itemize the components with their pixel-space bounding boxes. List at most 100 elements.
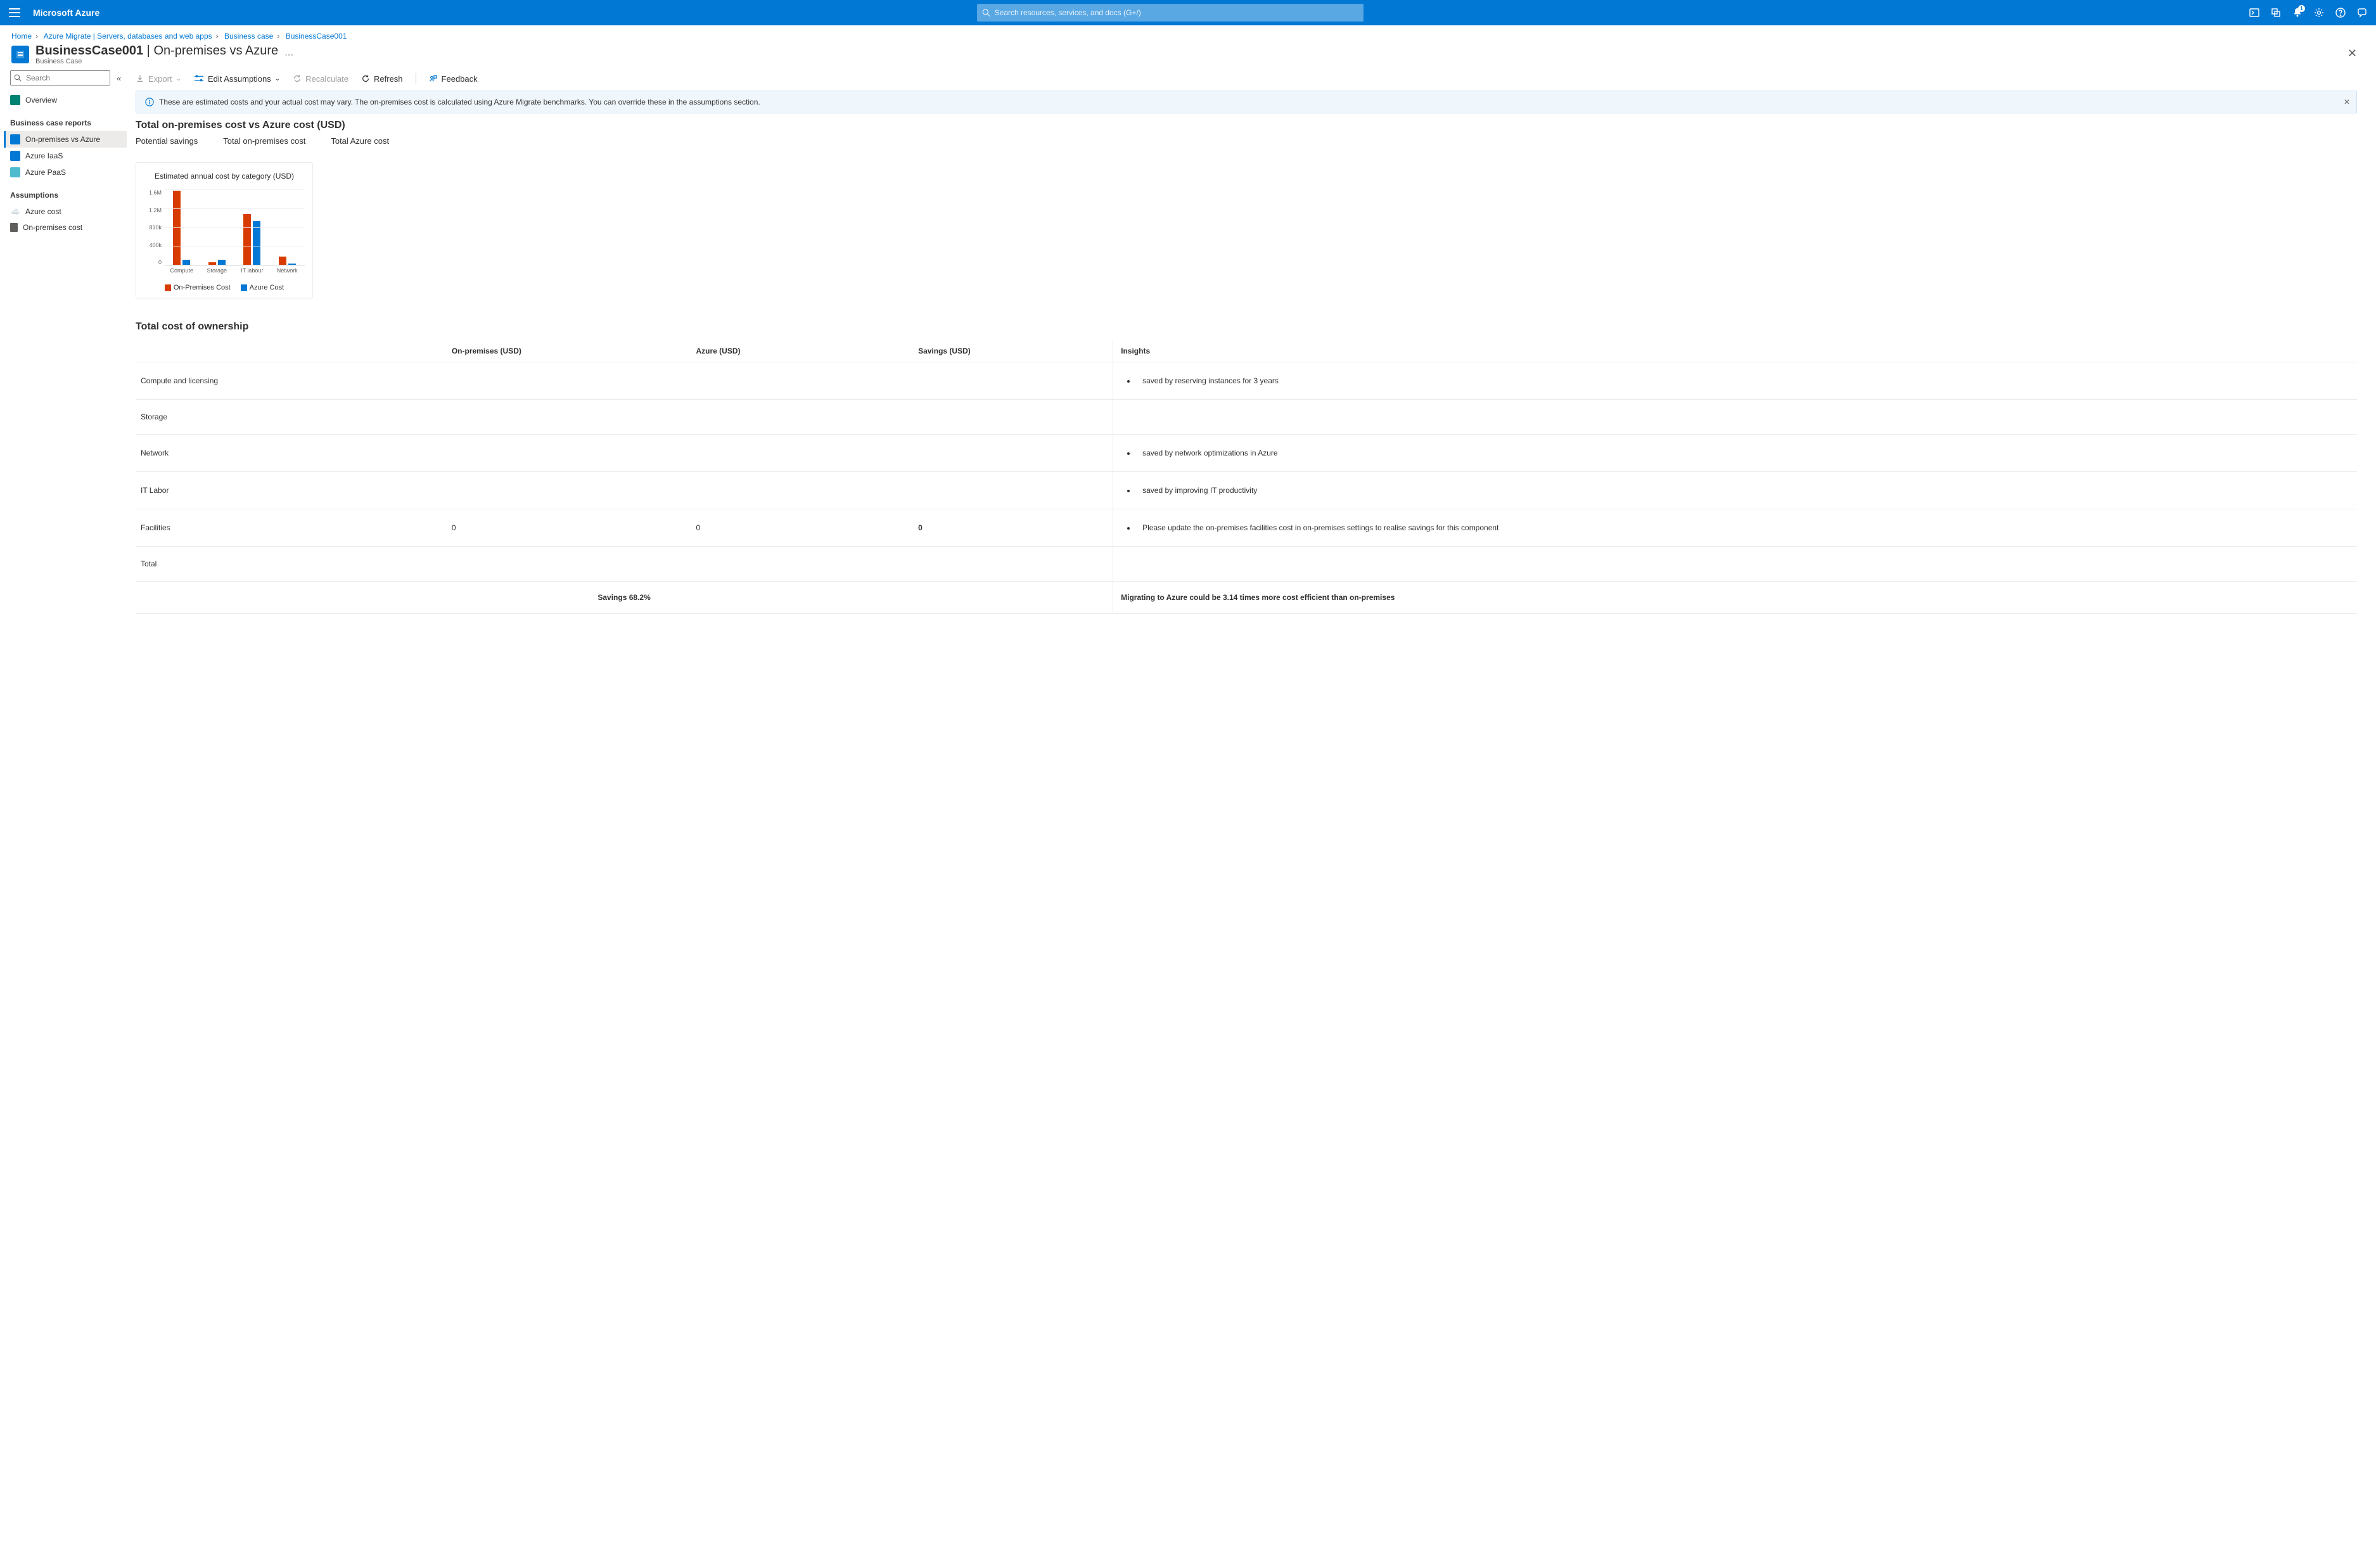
nav-label: On-premises cost bbox=[23, 223, 82, 232]
global-search[interactable] bbox=[977, 4, 1364, 22]
chart-plot bbox=[164, 189, 305, 265]
recalc-icon bbox=[293, 74, 302, 83]
cloud-icon: ☁️ bbox=[10, 207, 20, 217]
sidebar: « Overview Business case reports On-prem… bbox=[0, 65, 127, 633]
info-icon bbox=[145, 98, 154, 106]
tco-heading: Total cost of ownership bbox=[136, 321, 2357, 333]
insight-item: saved by network optimizations in Azure bbox=[1136, 447, 2352, 459]
sidebar-search-input[interactable] bbox=[10, 70, 110, 86]
section-heading: Total on-premises cost vs Azure cost (US… bbox=[136, 120, 2357, 131]
cloud-shell-icon[interactable] bbox=[2249, 8, 2259, 18]
feedback-icon[interactable] bbox=[2357, 8, 2367, 18]
help-icon[interactable] bbox=[2335, 8, 2346, 18]
nav-group-reports: Business case reports bbox=[10, 118, 127, 127]
crumb-current[interactable]: BusinessCase001 bbox=[286, 32, 347, 41]
table-row: Network saved by network optimizations in… bbox=[136, 435, 2357, 472]
bar[interactable] bbox=[182, 260, 190, 265]
summary-savings: Savings 68.2% bbox=[136, 582, 1113, 614]
chart-legend: On-Premises Cost Azure Cost bbox=[144, 284, 305, 291]
col-insights: Insights bbox=[1113, 340, 2357, 362]
feedback-button[interactable]: Feedback bbox=[429, 74, 478, 84]
col-onprem: On-premises (USD) bbox=[447, 340, 691, 362]
legend-item[interactable]: Azure Cost bbox=[241, 284, 284, 291]
col-azure: Azure (USD) bbox=[691, 340, 913, 362]
chevron-down-icon: ⌄ bbox=[275, 75, 280, 82]
iaas-icon bbox=[10, 151, 20, 161]
table-row: IT Labor saved by improving IT productivi… bbox=[136, 472, 2357, 509]
chart-title: Estimated annual cost by category (USD) bbox=[144, 172, 305, 181]
resource-type: Business Case bbox=[35, 58, 278, 65]
collapse-sidebar-icon[interactable]: « bbox=[117, 73, 121, 83]
global-search-input[interactable] bbox=[977, 4, 1364, 22]
sliders-icon bbox=[194, 74, 204, 83]
nav-onprem-cost[interactable]: On-premises cost bbox=[4, 220, 127, 235]
table-row: Total bbox=[136, 547, 2357, 582]
bar[interactable] bbox=[279, 257, 286, 265]
insight-item: saved by reserving instances for 3 years bbox=[1136, 375, 2352, 386]
bar[interactable] bbox=[243, 214, 251, 265]
refresh-icon bbox=[361, 74, 370, 83]
banner-text: These are estimated costs and your actua… bbox=[159, 98, 760, 106]
crumb-businesscase[interactable]: Business case bbox=[224, 32, 273, 41]
nav-label: Azure PaaS bbox=[25, 168, 66, 177]
page-subtitle-view: On-premises vs Azure bbox=[153, 44, 278, 58]
nav-group-assumptions: Assumptions bbox=[10, 191, 127, 200]
nav-overview[interactable]: Overview bbox=[4, 92, 127, 108]
chart-x-axis: ComputeStorageIT labourNetwork bbox=[164, 265, 305, 274]
row-label: Network bbox=[136, 435, 447, 472]
bar[interactable] bbox=[288, 264, 296, 265]
nav-azure-cost[interactable]: ☁️ Azure cost bbox=[4, 203, 127, 220]
more-actions-icon[interactable]: ⋯ bbox=[284, 49, 293, 60]
topbar-actions: 1 bbox=[2249, 8, 2367, 18]
page-title: BusinessCase001 bbox=[35, 44, 143, 58]
crumb-migrate[interactable]: Azure Migrate | Servers, databases and w… bbox=[44, 32, 212, 41]
nav-label: Azure cost bbox=[25, 207, 61, 216]
tco-summary-row: Savings 68.2% Migrating to Azure could b… bbox=[136, 582, 2357, 614]
chart-y-axis: 1.6M1.2M810k400k0 bbox=[144, 189, 164, 265]
row-label: Compute and licensing bbox=[136, 362, 447, 400]
settings-icon[interactable] bbox=[2314, 8, 2324, 18]
export-button[interactable]: Export ⌄ bbox=[136, 74, 181, 84]
toolbar: Export ⌄ Edit Assumptions ⌄ Recalculate … bbox=[136, 70, 2357, 91]
crumb-home[interactable]: Home bbox=[11, 32, 32, 41]
nav-azure-paas[interactable]: Azure PaaS bbox=[4, 164, 127, 181]
notifications-icon[interactable]: 1 bbox=[2292, 8, 2303, 18]
row-label: Total bbox=[136, 547, 447, 582]
sidebar-search[interactable] bbox=[10, 70, 110, 86]
row-label: Facilities bbox=[136, 509, 447, 547]
tab-onprem-cost[interactable]: Total on-premises cost bbox=[223, 136, 305, 148]
close-blade-icon[interactable]: ✕ bbox=[2347, 47, 2357, 60]
tab-azure-cost[interactable]: Total Azure cost bbox=[331, 136, 389, 148]
person-feedback-icon bbox=[429, 74, 438, 83]
row-label: IT Labor bbox=[136, 472, 447, 509]
table-row: Storage bbox=[136, 400, 2357, 435]
recalculate-button[interactable]: Recalculate bbox=[293, 74, 348, 84]
breadcrumb: Home› Azure Migrate | Servers, databases… bbox=[0, 25, 2376, 41]
refresh-button[interactable]: Refresh bbox=[361, 74, 403, 84]
insight-item: Please update the on-premises facilities… bbox=[1136, 522, 2352, 533]
bar[interactable] bbox=[208, 262, 216, 265]
summary-insight: Migrating to Azure could be 3.14 times m… bbox=[1113, 582, 2357, 614]
bar[interactable] bbox=[218, 260, 226, 265]
tab-potential-savings[interactable]: Potential savings bbox=[136, 136, 198, 148]
col-savings: Savings (USD) bbox=[913, 340, 1113, 362]
nav-onprem-vs-azure[interactable]: On-premises vs Azure bbox=[4, 131, 127, 148]
brand-label: Microsoft Azure bbox=[33, 8, 99, 18]
info-banner: These are estimated costs and your actua… bbox=[136, 91, 2357, 113]
search-icon bbox=[14, 74, 22, 82]
nav-azure-iaas[interactable]: Azure IaaS bbox=[4, 148, 127, 164]
paas-icon bbox=[10, 167, 20, 177]
table-row: Compute and licensing saved by reserving … bbox=[136, 362, 2357, 400]
banner-close-icon[interactable]: ✕ bbox=[2344, 98, 2350, 106]
insight-item: saved by improving IT productivity bbox=[1136, 485, 2352, 496]
chart-card: Estimated annual cost by category (USD) … bbox=[136, 162, 313, 298]
directories-icon[interactable] bbox=[2271, 8, 2281, 18]
chevron-down-icon: ⌄ bbox=[176, 75, 181, 82]
cost-tabs: Potential savings Total on-premises cost… bbox=[136, 136, 2357, 148]
tco-table: On-premises (USD) Azure (USD) Savings (U… bbox=[136, 340, 2357, 614]
legend-item[interactable]: On-Premises Cost bbox=[165, 284, 231, 291]
title-row: BusinessCase001 | On-premises vs Azure B… bbox=[0, 41, 2376, 65]
hamburger-menu-icon[interactable] bbox=[9, 8, 20, 17]
table-row: Facilities000Please update the on-premis… bbox=[136, 509, 2357, 547]
edit-assumptions-button[interactable]: Edit Assumptions ⌄ bbox=[194, 74, 280, 84]
